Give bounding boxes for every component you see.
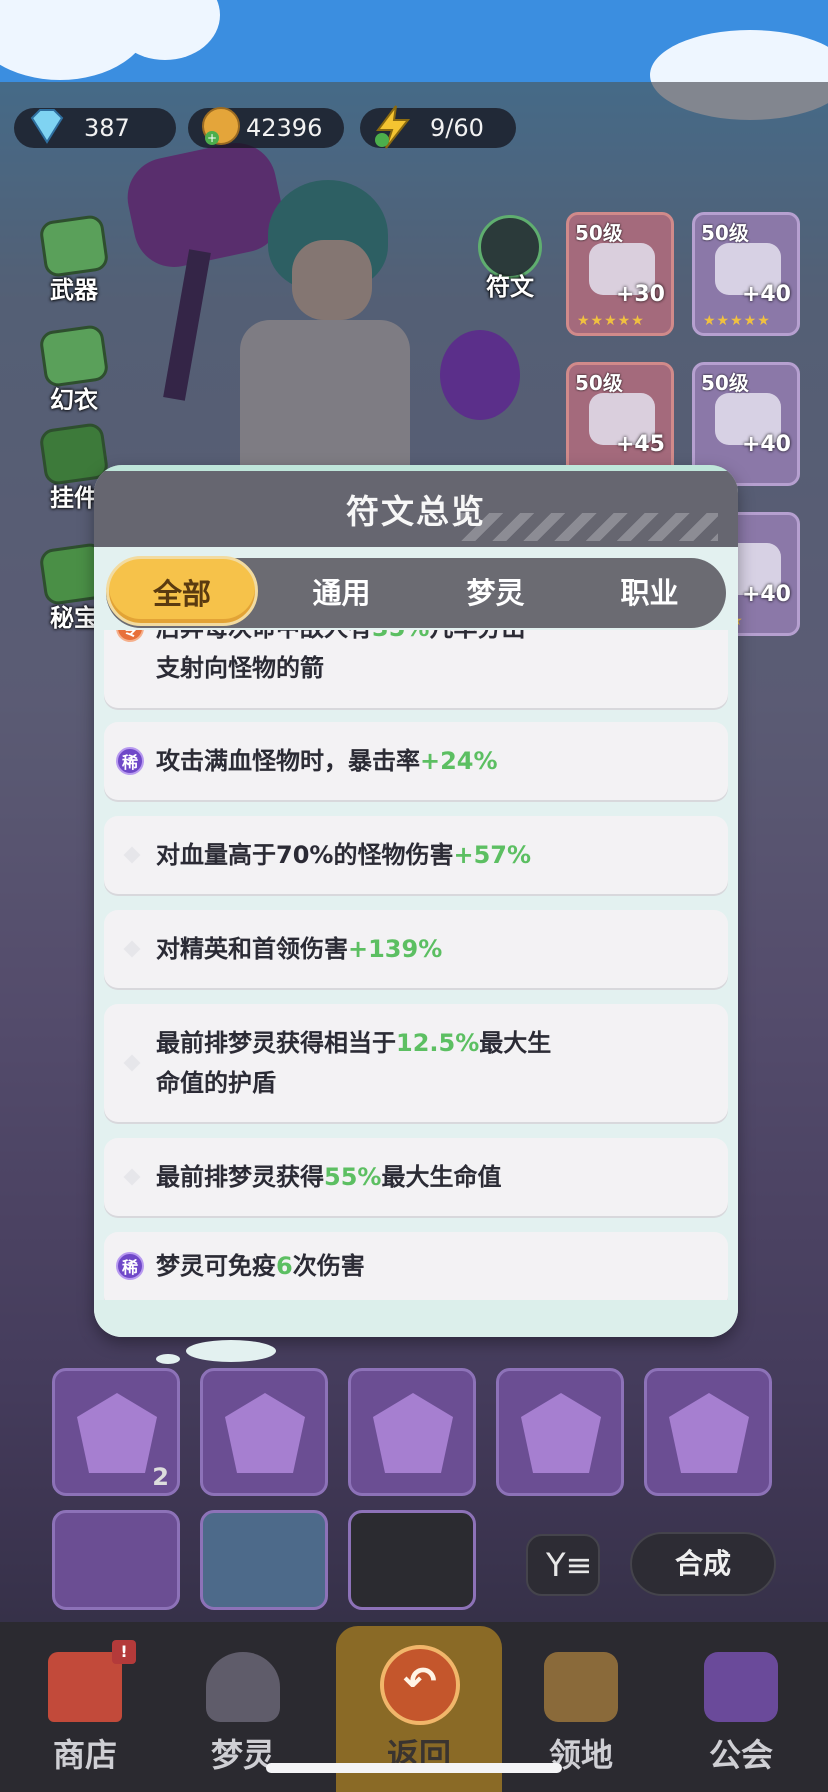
- list-item: 稀 梦灵可免疫6次伤害: [104, 1232, 728, 1300]
- rune-gem-slot[interactable]: [200, 1510, 328, 1610]
- coin-counter: + 42396: [188, 107, 344, 148]
- tab-dream-spirit[interactable]: 梦灵: [418, 558, 573, 628]
- common-badge: [123, 846, 141, 864]
- gem-count: 387: [84, 114, 130, 142]
- rune-gem-slot[interactable]: [348, 1368, 476, 1496]
- dialog-bubble-tail: [186, 1340, 276, 1362]
- weapon-label: 武器: [50, 276, 98, 304]
- rare-badge: 稀: [116, 1252, 144, 1280]
- rune-gem-slot[interactable]: [348, 1510, 476, 1610]
- list-item: 对血量高于70%的怪物伤害+57%: [104, 816, 728, 894]
- nav-guild[interactable]: 公会: [666, 1622, 816, 1792]
- dialog-title: 符文总览: [346, 492, 486, 531]
- guild-icon: [704, 1652, 778, 1722]
- weapon-icon: [38, 213, 110, 279]
- equipment-bonus: +40: [741, 282, 791, 307]
- rune-button[interactable]: 符文: [470, 215, 550, 305]
- home-indicator[interactable]: [266, 1763, 562, 1773]
- list-item: 最前排梦灵获得相当于12.5%最大生 命值的护盾: [104, 1004, 728, 1122]
- list-item: 稀 攻击满血怪物时，暴击率+24%: [104, 722, 728, 800]
- gem-icon: [669, 1393, 749, 1473]
- equipment-bonus: +40: [741, 582, 791, 607]
- dialog-header: 符文总览: [94, 465, 738, 547]
- tab-bar: 全部 通用 梦灵 职业: [106, 556, 727, 628]
- rune-overview-dialog: 符文总览 全部 通用 梦灵 职业 专 后羿每次命中敌人有35%几率分出一 支射向…: [94, 465, 738, 1337]
- list-item: 专 后羿每次命中敌人有35%几率分出一 支射向怪物的箭: [104, 630, 728, 708]
- coin-icon: +: [202, 107, 240, 145]
- exclusive-badge: 专: [116, 630, 144, 642]
- nav-shop[interactable]: 商店: [10, 1622, 160, 1792]
- dialog-bubble-tail: [156, 1354, 180, 1364]
- gem-icon: [225, 1393, 305, 1473]
- equipment-bonus: +30: [615, 282, 665, 307]
- gem-icon: [77, 1393, 157, 1473]
- outfit-label: 幻衣: [50, 386, 98, 414]
- rune-effect-text: 最前排梦灵获得相当于12.5%最大生 命值的护盾: [156, 1029, 552, 1097]
- equipment-bonus: +45: [615, 432, 665, 457]
- rune-effect-text: 最前排梦灵获得55%最大生命值: [156, 1163, 502, 1191]
- list-item: 对精英和首领伤害+139%: [104, 910, 728, 988]
- merge-button[interactable]: 合成: [630, 1532, 776, 1596]
- nav-guild-label: 公会: [708, 1736, 773, 1774]
- rune-gem-slot[interactable]: [496, 1368, 624, 1496]
- rune-effect-list[interactable]: 专 后羿每次命中敌人有35%几率分出一 支射向怪物的箭 稀 攻击满血怪物时，暴击…: [104, 630, 728, 1300]
- rune-effect-text: 对精英和首领伤害+139%: [156, 935, 443, 963]
- equipment-level: 50级: [701, 221, 749, 245]
- equipment-level: 50级: [575, 371, 623, 395]
- equipment-stars: ★★★★★: [703, 313, 771, 329]
- shop-notice-badge: !: [112, 1640, 136, 1664]
- common-badge: [123, 1054, 141, 1072]
- outfit-button[interactable]: 幻衣: [28, 322, 120, 414]
- rune-gem-slot[interactable]: [52, 1510, 180, 1610]
- dialog-footer: [94, 1300, 738, 1337]
- door-icon: [544, 1652, 618, 1722]
- gem-count: 2: [152, 1463, 169, 1491]
- nav-shop-label: 商店: [52, 1736, 117, 1774]
- gem-icon: [521, 1393, 601, 1473]
- shop-icon: [48, 1652, 122, 1722]
- equipment-bonus: +40: [741, 432, 791, 457]
- rune-effect-text: 梦灵可免疫6次伤害: [156, 1252, 365, 1280]
- rune-gem-slot[interactable]: 2: [52, 1368, 180, 1496]
- filter-icon: Y≡: [546, 1546, 593, 1584]
- gourd-pet-image: [440, 330, 520, 420]
- diamond-icon: [30, 109, 64, 144]
- energy-counter: 9/60: [360, 105, 516, 149]
- dialog-rim: [94, 465, 738, 471]
- filter-button[interactable]: Y≡: [526, 1534, 600, 1596]
- gem-icon: [373, 1393, 453, 1473]
- equipment-slot[interactable]: 50级 +40 ★★★★★: [692, 212, 800, 336]
- equipment-stars: ★★★★★: [577, 313, 645, 329]
- tab-class[interactable]: 职业: [572, 558, 727, 628]
- rune-gem-slot[interactable]: [644, 1368, 772, 1496]
- tab-all[interactable]: 全部: [106, 556, 258, 626]
- gem-counter: 387: [14, 108, 176, 148]
- svg-text:+: +: [207, 131, 217, 145]
- lightning-icon: [375, 105, 411, 149]
- equipment-slot[interactable]: 50级 +30 ★★★★★: [566, 212, 674, 336]
- tab-general[interactable]: 通用: [264, 558, 419, 628]
- equipment-level: 50级: [575, 221, 623, 245]
- rune-label: 符文: [486, 273, 534, 301]
- coin-count: 42396: [246, 114, 323, 142]
- shirt-icon: [38, 323, 110, 389]
- common-badge: [123, 940, 141, 958]
- rune-effect-text: 攻击满血怪物时，暴击率+24%: [156, 747, 498, 775]
- robot-icon: [206, 1652, 280, 1722]
- equipment-level: 50级: [701, 371, 749, 395]
- common-badge: [123, 1168, 141, 1186]
- rune-effect-text: 对血量高于70%的怪物伤害+57%: [156, 841, 532, 869]
- rune-effect-text: 后羿每次命中敌人有35%几率分出一 支射向怪物的箭: [156, 630, 549, 682]
- energy-count: 9/60: [430, 114, 484, 142]
- rare-badge: 稀: [116, 747, 144, 775]
- rune-gem-slot[interactable]: [200, 1368, 328, 1496]
- return-icon[interactable]: ↶: [380, 1645, 460, 1725]
- list-item: 最前排梦灵获得55%最大生命值: [104, 1138, 728, 1216]
- weapon-button[interactable]: 武器: [28, 212, 120, 304]
